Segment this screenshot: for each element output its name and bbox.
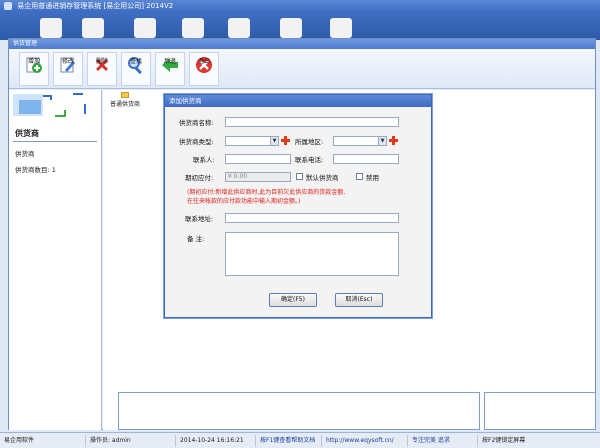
region-label: 所属地区: — [295, 138, 324, 146]
add-supplier-dialog: 添加供货商 供货商名称: 供货商类型: ▼ 所属地区: ▼ 联系人: 联系电话:… — [164, 94, 432, 318]
search-label: 查找 — [129, 58, 142, 65]
main-tool-icon[interactable] — [280, 18, 302, 38]
payable-label: 期初应付: — [185, 174, 214, 182]
add-region-plus-icon[interactable] — [389, 136, 398, 145]
remark-textarea[interactable] — [225, 232, 399, 276]
folder-item[interactable]: 普通供货商 — [103, 92, 147, 108]
search-button[interactable]: 查找 — [121, 52, 151, 86]
remark-label: 备 注: — [187, 235, 205, 243]
pane-divider — [13, 141, 97, 142]
edit-label: 修改 — [61, 58, 74, 65]
delete-button[interactable]: 删除 — [87, 52, 117, 86]
app-titlebar: 易企用普通进销存管理系统 [易企用公司] 2014V2 — [0, 0, 600, 12]
tree-item-supplier[interactable]: 供货商 — [15, 148, 101, 158]
add-type-plus-icon[interactable] — [281, 136, 290, 145]
default-supplier-checkbox[interactable] — [296, 173, 303, 180]
supplier-type-select[interactable]: ▼ — [225, 136, 279, 146]
status-slogan: 专注完美 追求 — [408, 434, 478, 447]
bottom-panel-left — [118, 392, 480, 430]
add-button[interactable]: 增加 — [19, 52, 49, 86]
banner-graphic — [13, 90, 97, 124]
status-app-name: 易企用软件 — [0, 434, 86, 447]
region-select[interactable]: ▼ — [333, 136, 387, 146]
add-label: 增加 — [27, 58, 40, 65]
edit-button[interactable]: 修改 — [53, 52, 83, 86]
back-button[interactable]: 后退 — [155, 52, 185, 86]
cancel-button[interactable]: 取消(Esc) — [335, 293, 383, 307]
disable-label: 禁用 — [366, 174, 379, 182]
address-input[interactable] — [225, 213, 399, 223]
main-tool-icon[interactable] — [182, 18, 204, 38]
note-line-1: (期初应付:新增此供应商时,此为目前欠此供应商的货款金额, — [187, 189, 346, 196]
chevron-down-icon[interactable]: ▼ — [378, 137, 386, 145]
disable-checkbox[interactable] — [356, 173, 363, 180]
child-toolbar: 增加 修改 删除 查找 后退 退出 — [9, 49, 595, 89]
supplier-name-input[interactable] — [225, 117, 399, 127]
main-tool-icon[interactable] — [134, 18, 156, 38]
default-supplier-label: 默认供货商 — [306, 174, 339, 182]
main-tool-icon[interactable] — [228, 18, 250, 38]
status-datetime: 2014-10-24 16:16:21 — [176, 434, 256, 447]
exit-button[interactable]: 退出 — [189, 52, 219, 86]
status-help: 按F1键查看帮助文档 — [256, 434, 322, 447]
exit-label: 退出 — [197, 58, 210, 65]
address-label: 联系地址: — [185, 215, 214, 223]
supplier-count: 供货商数目: 1 — [15, 166, 56, 174]
supplier-type-label: 供货商类型: — [179, 138, 214, 146]
dialog-title: 添加供货商 — [165, 95, 431, 107]
payable-input[interactable]: ¥ 0.00 — [225, 172, 291, 182]
back-label: 后退 — [163, 58, 176, 65]
phone-input[interactable] — [333, 154, 399, 164]
supplier-tree-pane: 供货商 供货商 供货商数目: 1 — [9, 90, 102, 430]
app-logo-icon — [4, 2, 12, 10]
delete-label: 删除 — [95, 58, 108, 65]
main-tool-icon[interactable] — [82, 18, 104, 38]
ok-button[interactable]: 确定(F5) — [269, 293, 317, 307]
child-window-title: 供货管理 — [9, 39, 595, 49]
status-url[interactable]: http://www.eqysoft.cn/ — [322, 434, 408, 447]
folder-label: 普通供货商 — [109, 101, 140, 108]
main-tool-icon[interactable] — [40, 18, 62, 38]
dialog-body: 供货商名称: 供货商类型: ▼ 所属地区: ▼ 联系人: 联系电话: 期初应付:… — [165, 107, 431, 317]
chevron-down-icon[interactable]: ▼ — [270, 137, 278, 145]
bottom-panel-right — [484, 392, 596, 430]
status-bar: 易企用软件 操作员: admin 2014-10-24 16:16:21 按F1… — [0, 432, 600, 448]
status-operator: 操作员: admin — [86, 434, 176, 447]
contact-input[interactable] — [225, 154, 291, 164]
folder-icon — [121, 92, 129, 98]
app-title: 易企用普通进销存管理系统 [易企用公司] 2014V2 — [17, 2, 174, 10]
pane-title: 供货商 — [15, 129, 39, 138]
main-toolbar — [0, 12, 600, 40]
bottom-panels — [118, 392, 596, 430]
note-line-2: 在往来帐款的应付款功能中输入期初金额。) — [187, 198, 301, 205]
main-tool-icon[interactable] — [330, 18, 352, 38]
contact-label: 联系人: — [193, 156, 215, 164]
supplier-name-label: 供货商名称: — [179, 119, 214, 127]
status-lock-hint: 按F2键锁定屏幕 — [482, 436, 526, 444]
phone-label: 联系电话: — [295, 156, 324, 164]
